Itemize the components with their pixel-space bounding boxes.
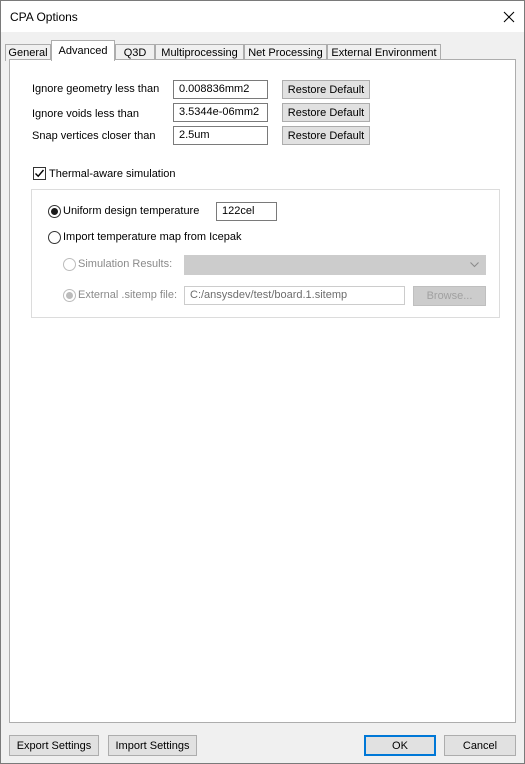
close-icon: [503, 11, 515, 22]
close-button[interactable]: [494, 1, 524, 32]
export-settings-button[interactable]: Export Settings: [9, 735, 99, 756]
snap-vertices-label: Snap vertices closer than: [32, 130, 156, 142]
ignore-voids-label: Ignore voids less than: [32, 108, 140, 120]
external-sitemp-label: External .sitemp file:: [78, 289, 178, 301]
simulation-results-radio[interactable]: [63, 258, 76, 271]
restore-default-snap-button[interactable]: Restore Default: [282, 126, 370, 145]
external-sitemp-input[interactable]: C:/ansysdev/test/board.1.sitemp: [184, 286, 405, 305]
checkmark-icon: [35, 169, 45, 178]
import-settings-button[interactable]: Import Settings: [108, 735, 197, 756]
snap-vertices-input[interactable]: 2.5um: [173, 126, 268, 145]
ignore-geometry-input[interactable]: 0.008836mm2: [173, 80, 268, 99]
advanced-panel: Ignore geometry less than 0.008836mm2 Re…: [9, 59, 516, 723]
import-temperature-map-label: Import temperature map from Icepak: [63, 231, 242, 243]
chevron-down-icon: [470, 262, 479, 268]
ok-button[interactable]: OK: [364, 735, 436, 756]
cpa-options-dialog: CPA Options General Advanced Q3D Multipr…: [0, 0, 525, 764]
tab-advanced[interactable]: Advanced: [51, 40, 115, 61]
import-temperature-map-radio[interactable]: [48, 231, 61, 244]
thermal-aware-label: Thermal-aware simulation: [49, 168, 176, 180]
thermal-aware-checkbox[interactable]: [33, 167, 46, 180]
external-sitemp-radio[interactable]: [63, 289, 76, 302]
uniform-temperature-label: Uniform design temperature: [63, 205, 200, 217]
uniform-temperature-input[interactable]: 122cel: [216, 202, 277, 221]
restore-default-geometry-button[interactable]: Restore Default: [282, 80, 370, 99]
ignore-voids-input[interactable]: 3.5344e-06mm2: [173, 103, 268, 122]
title-bar: CPA Options: [1, 1, 524, 32]
simulation-results-label: Simulation Results:: [78, 258, 173, 270]
simulation-results-dropdown[interactable]: [184, 255, 486, 275]
ignore-geometry-label: Ignore geometry less than: [32, 83, 160, 95]
restore-default-voids-button[interactable]: Restore Default: [282, 103, 370, 122]
browse-button[interactable]: Browse...: [413, 286, 486, 306]
cancel-button[interactable]: Cancel: [444, 735, 516, 756]
window-title: CPA Options: [10, 10, 78, 24]
uniform-temperature-radio[interactable]: [48, 205, 61, 218]
